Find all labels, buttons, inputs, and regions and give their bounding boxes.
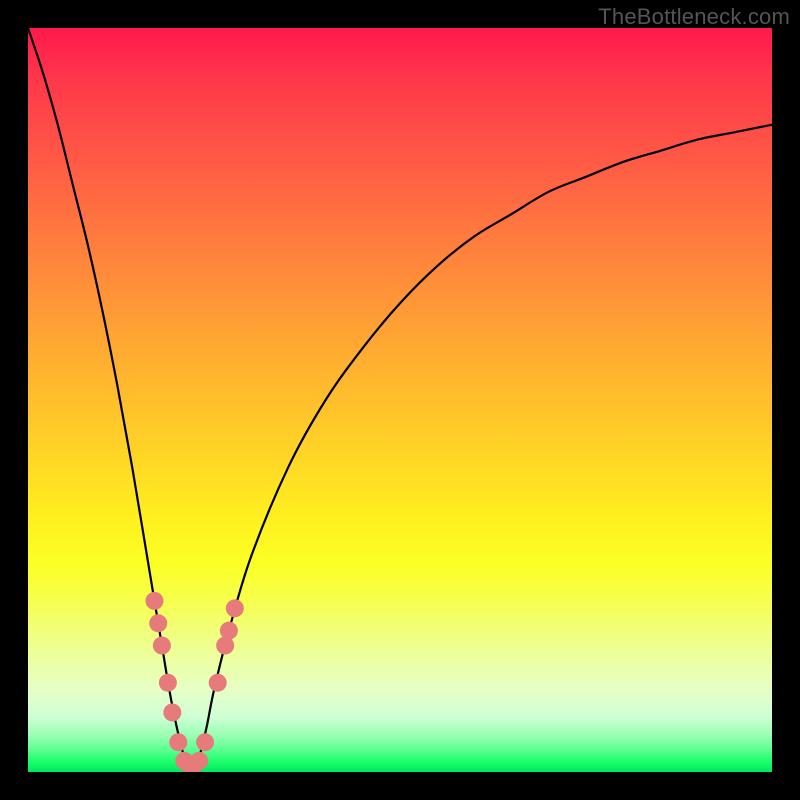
curve-marker (209, 674, 227, 692)
curve-marker (169, 733, 187, 751)
curve-marker (226, 599, 244, 617)
curve-marker (163, 703, 181, 721)
curve-layer (28, 28, 772, 772)
curve-marker (149, 614, 167, 632)
marker-group (145, 592, 243, 772)
curve-marker (153, 637, 171, 655)
curve-marker (220, 622, 238, 640)
curve-marker (159, 674, 177, 692)
curve-marker (190, 752, 208, 770)
outer-frame: TheBottleneck.com (0, 0, 800, 800)
curve-marker (196, 733, 214, 751)
curve-marker (145, 592, 163, 610)
bottleneck-curve (28, 28, 772, 772)
plot-area (28, 28, 772, 772)
watermark-text: TheBottleneck.com (598, 4, 790, 30)
